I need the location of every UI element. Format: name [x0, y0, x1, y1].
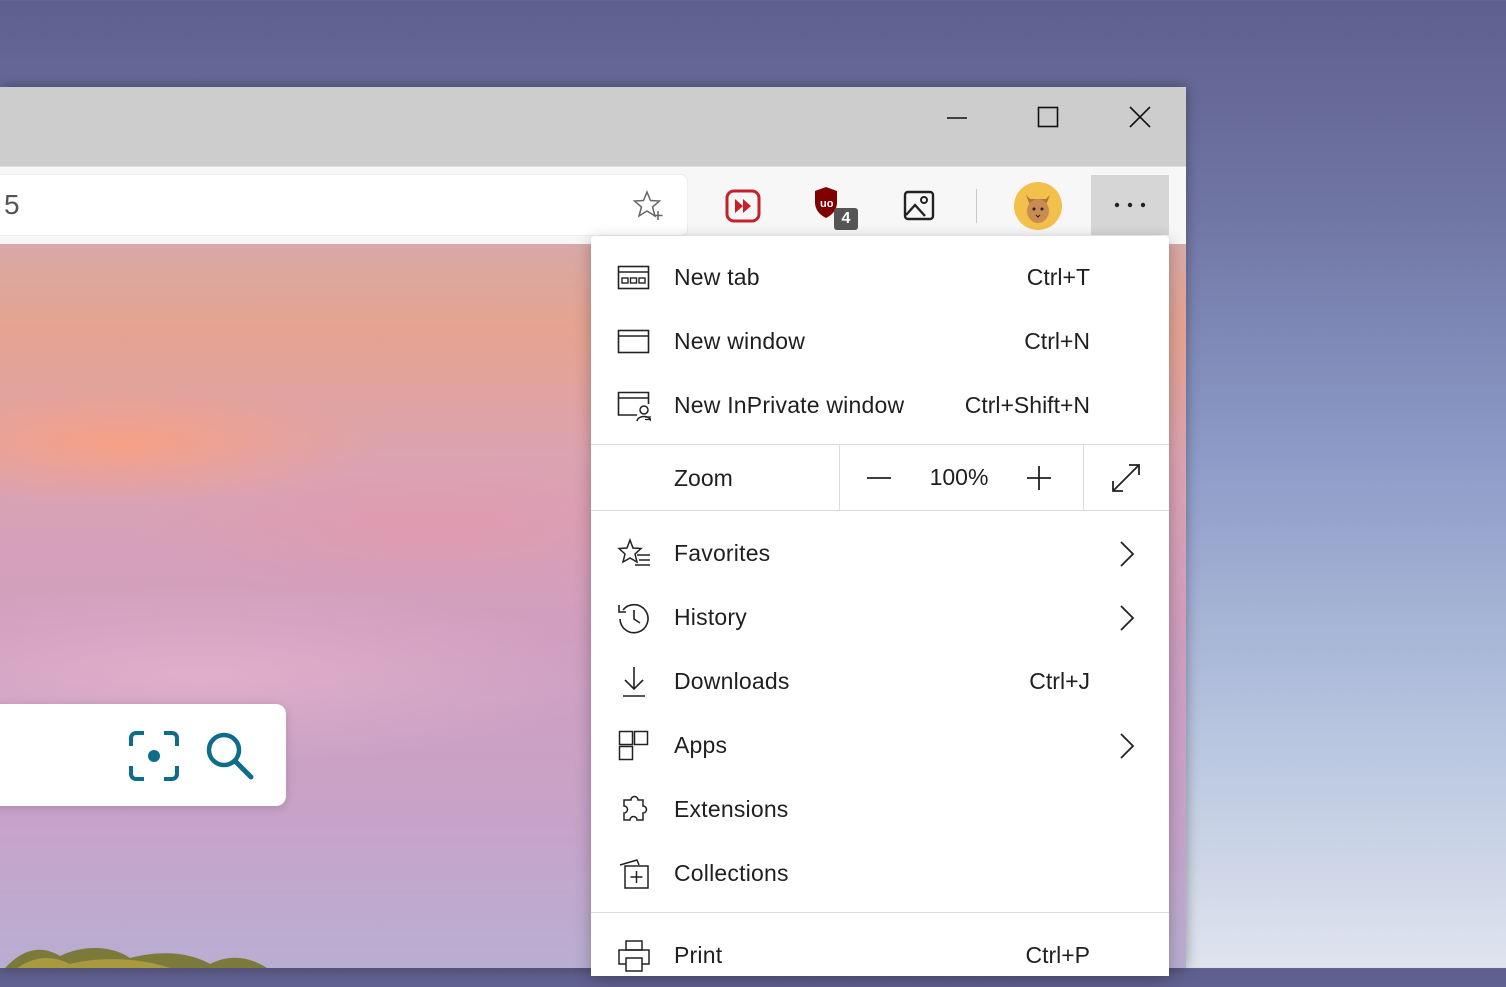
menu-divider	[591, 912, 1169, 913]
address-bar[interactable]: 5	[0, 175, 687, 235]
avatar	[1014, 182, 1062, 230]
profile-button[interactable]	[1010, 178, 1066, 234]
menu-item-label: New window	[674, 327, 806, 354]
menu-item-shortcut: Ctrl+P	[1025, 941, 1090, 968]
menu-item-label: Downloads	[674, 667, 790, 694]
menu-item-label: Print	[674, 941, 723, 968]
svg-text:uo: uo	[820, 198, 834, 210]
zoom-row: Zoom 100%	[591, 445, 1169, 511]
full-screen-icon	[1112, 464, 1140, 492]
menu-item-shortcut: Ctrl+J	[1029, 667, 1090, 694]
zoom-separator	[839, 445, 840, 511]
ublock-extension-button[interactable]: uo 4	[804, 178, 860, 234]
new-window-icon	[617, 325, 651, 359]
toolbar-separator	[976, 189, 977, 223]
menu-item-label: New InPrivate window	[674, 391, 905, 418]
minus-icon	[867, 477, 891, 479]
menu-item-shortcut: Ctrl+Shift+N	[964, 391, 1090, 418]
minimize-icon	[947, 117, 967, 119]
menu-item-label: History	[674, 603, 747, 630]
zoom-separator	[1083, 445, 1084, 511]
more-icon	[1114, 202, 1146, 208]
menu-item-shortcut: Ctrl+T	[1026, 263, 1090, 290]
image-icon	[903, 190, 935, 221]
menu-item-new-window[interactable]: New window Ctrl+N	[591, 309, 1169, 373]
page-search-box[interactable]	[0, 704, 286, 806]
menu-item-collections[interactable]: Collections	[591, 841, 1169, 905]
menu-item-label: Extensions	[674, 795, 789, 822]
menu-item-history[interactable]: History	[591, 585, 1169, 649]
chevron-right-icon	[1120, 605, 1135, 631]
menu-item-shortcut: Ctrl+N	[1024, 327, 1090, 354]
menu-item-new-tab[interactable]: New tab Ctrl+T	[591, 245, 1169, 309]
new-tab-icon	[617, 261, 651, 295]
chevron-right-icon	[1120, 733, 1135, 759]
menu-item-downloads[interactable]: Downloads Ctrl+J	[591, 649, 1169, 713]
menu-divider	[591, 510, 1169, 511]
menu-item-apps[interactable]: Apps	[591, 713, 1169, 777]
visual-search-icon[interactable]	[128, 730, 180, 782]
toolbar: 5 uo 4	[0, 166, 1186, 245]
close-button[interactable]	[1094, 87, 1186, 147]
trees-image	[5, 948, 267, 968]
inprivate-window-icon	[617, 389, 651, 423]
history-icon	[617, 601, 651, 635]
add-favorite-icon[interactable]	[632, 189, 666, 223]
chevron-right-icon	[1120, 541, 1135, 567]
menu-item-label: Apps	[674, 731, 728, 758]
settings-menu: New tab Ctrl+T New window Ctrl+N New InP…	[591, 236, 1169, 976]
menu-item-favorites[interactable]: Favorites	[591, 521, 1169, 585]
settings-and-more-button[interactable]	[1091, 175, 1169, 235]
apps-icon	[617, 729, 651, 763]
menu-item-label: Favorites	[674, 539, 771, 566]
menu-item-new-inprivate-window[interactable]: New InPrivate window Ctrl+Shift+N	[591, 373, 1169, 437]
search-icon[interactable]	[204, 730, 256, 782]
favorites-icon	[617, 537, 651, 571]
maximize-icon	[1037, 106, 1059, 128]
menu-item-label: New tab	[674, 263, 760, 290]
collections-icon	[617, 857, 651, 891]
fast-forward-media-icon	[725, 189, 761, 223]
zoom-label: Zoom	[674, 465, 733, 491]
image-extension-button[interactable]	[892, 178, 948, 234]
menu-item-extensions[interactable]: Extensions	[591, 777, 1169, 841]
menu-item-print[interactable]: Print Ctrl+P	[591, 923, 1169, 987]
full-screen-button[interactable]	[1103, 459, 1149, 497]
maximize-button[interactable]	[1002, 87, 1094, 147]
plus-icon	[1027, 466, 1051, 490]
menu-item-label: Collections	[674, 859, 789, 886]
minimize-button[interactable]	[911, 87, 1003, 147]
address-text[interactable]: 5	[4, 189, 20, 221]
zoom-in-button[interactable]	[1017, 459, 1061, 497]
media-extension-button[interactable]	[715, 178, 771, 234]
zoom-value: 100%	[929, 464, 989, 490]
zoom-out-button[interactable]	[857, 459, 901, 497]
extensions-icon	[617, 793, 651, 827]
close-icon	[1129, 106, 1151, 128]
ublock-badge: 4	[834, 208, 858, 230]
title-bar	[0, 87, 1186, 166]
downloads-icon	[617, 665, 651, 699]
